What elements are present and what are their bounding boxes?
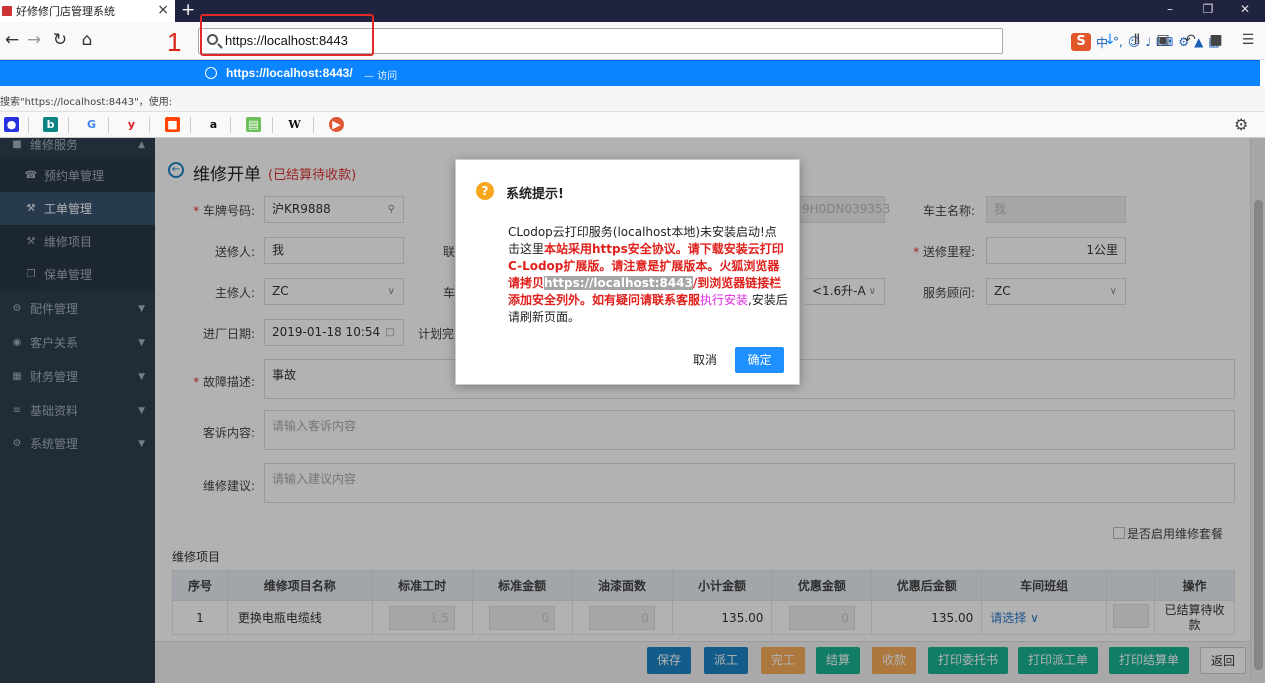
home-icon[interactable]: ⌂ bbox=[75, 30, 99, 50]
search-engine-bar: ● b G y ■ a ▤ W ▶ ⚙ bbox=[0, 112, 1265, 138]
cancel-button[interactable]: 取消 bbox=[680, 347, 730, 373]
system-alert-dialog: ? 系统提示! CLodop云打印服务(localhost本地)未安装启动!点击… bbox=[455, 159, 800, 385]
dialog-install-link[interactable]: 执行安装 bbox=[700, 293, 748, 307]
tab-title: 好修修门店管理系统 bbox=[16, 5, 115, 18]
window-close-icon[interactable]: ✕ bbox=[1230, 2, 1260, 16]
browser-nav-bar: ← → ↻ ⌂ 1 https://localhost:8443 S 中 °, … bbox=[0, 14, 1265, 60]
douban-icon[interactable]: ▤ bbox=[246, 117, 261, 132]
suggestion-url: https://localhost:8443/ bbox=[226, 66, 353, 80]
taobao-icon[interactable]: ■ bbox=[165, 117, 180, 132]
library-icon[interactable]: Ⅱ bbox=[1127, 32, 1147, 48]
screenshot-icon[interactable]: ■ bbox=[1206, 32, 1226, 48]
suggestion-action: — 访问 bbox=[364, 71, 398, 82]
dialog-message: CLodop云打印服务(localhost本地)未安装启动!点击这里本站采用ht… bbox=[508, 224, 788, 326]
url-bar[interactable]: https://localhost:8443 S 中 °, ☺ ♩ ⌨ ⚙ ▲ … bbox=[198, 28, 1220, 54]
site-favicon-icon bbox=[2, 6, 12, 16]
step-marker: 1 bbox=[167, 27, 182, 57]
search-icon bbox=[207, 34, 218, 45]
duckduckgo-icon[interactable]: ▶ bbox=[329, 117, 344, 132]
tab-close-icon[interactable]: × bbox=[157, 2, 169, 18]
globe-icon bbox=[205, 67, 217, 79]
ok-button[interactable]: 确定 bbox=[735, 347, 784, 373]
new-tab-button[interactable]: + bbox=[181, 0, 195, 20]
window-minimize-icon[interactable]: – bbox=[1155, 2, 1185, 16]
question-icon: ? bbox=[476, 182, 494, 200]
amazon-icon[interactable]: a bbox=[206, 117, 221, 132]
undo-icon[interactable]: ↶ bbox=[1180, 32, 1200, 48]
reload-icon[interactable]: ↻ bbox=[48, 30, 72, 50]
search-with-row[interactable]: 搜索"https://localhost:8443"，使用: bbox=[0, 86, 1265, 112]
dialog-title: 系统提示! bbox=[506, 187, 564, 202]
search-with-text: 搜索"https://localhost:8443"，使用: bbox=[0, 97, 173, 108]
sidebar-toggle-icon[interactable]: ▣ bbox=[1153, 32, 1173, 48]
window-restore-icon[interactable]: ❐ bbox=[1193, 2, 1223, 16]
download-icon[interactable]: ↓ bbox=[1100, 32, 1120, 48]
back-arrow-icon[interactable]: ← bbox=[0, 30, 24, 50]
forward-arrow-icon[interactable]: → bbox=[22, 30, 46, 50]
menu-icon[interactable]: ☰ bbox=[1238, 32, 1258, 48]
url-input[interactable]: https://localhost:8443 bbox=[225, 33, 348, 48]
url-suggestion-row[interactable]: https://localhost:8443/ — 访问 bbox=[0, 60, 1260, 86]
sogou-ime-icon[interactable]: S bbox=[1071, 33, 1091, 51]
browser-tab-bar: 好修修门店管理系统 × + – ❐ ✕ bbox=[0, 0, 1265, 22]
search-settings-gear-icon[interactable]: ⚙ bbox=[1234, 115, 1248, 134]
wikipedia-icon[interactable]: W bbox=[287, 117, 302, 132]
browser-tab[interactable]: 好修修门店管理系统 × bbox=[0, 0, 175, 22]
dialog-highlight-url: https://localhost:8443 bbox=[544, 276, 693, 290]
